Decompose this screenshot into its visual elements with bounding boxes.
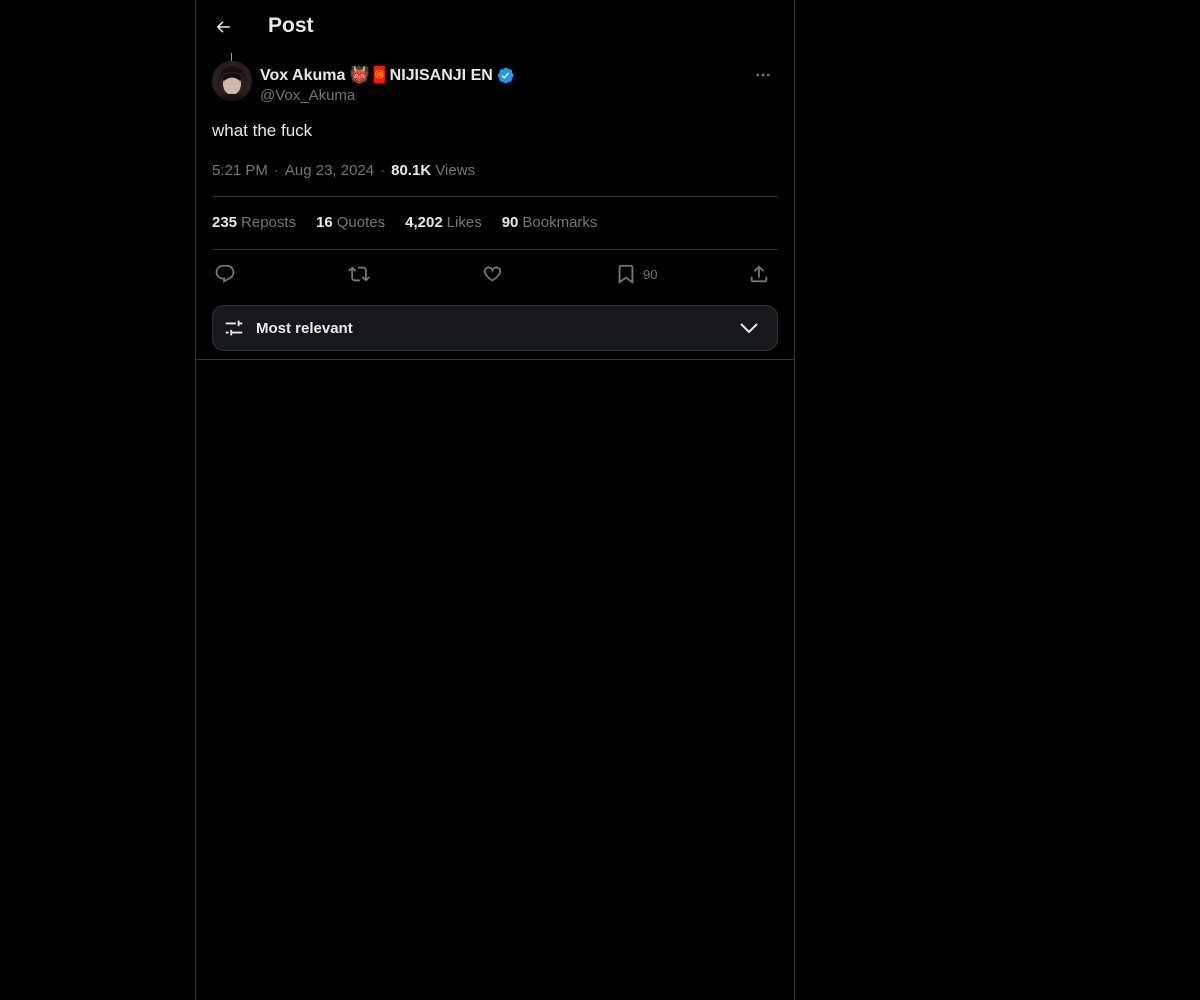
divider: [212, 196, 778, 197]
reply-icon: [215, 264, 235, 283]
share-button[interactable]: [748, 260, 770, 288]
like-button[interactable]: [481, 260, 503, 288]
bookmark-button[interactable]: 90: [615, 260, 657, 288]
post-date[interactable]: Aug 23, 2024: [285, 162, 374, 179]
stat-bookmarks[interactable]: 90 Bookmarks: [502, 214, 598, 231]
more-horizontal-icon: [756, 73, 770, 77]
sort-replies-dropdown[interactable]: Most relevant: [212, 305, 778, 351]
author-handle[interactable]: @Vox_Akuma: [260, 87, 355, 104]
avatar-marker: [231, 53, 232, 61]
stat-likes[interactable]: 4,202 Likes: [405, 214, 482, 231]
author-name-row[interactable]: Vox Akuma 👹🧧NIJISANJI EN: [260, 65, 515, 85]
meta-separator: ·: [273, 162, 279, 179]
author-display-name[interactable]: Vox Akuma 👹🧧NIJISANJI EN: [260, 65, 493, 85]
more-options-button[interactable]: [748, 63, 778, 87]
stat-quotes[interactable]: 16 Quotes: [316, 214, 385, 231]
divider: [212, 249, 778, 250]
main-column: Post Vox Akuma 👹🧧NIJISANJI EN @Vox_Akuma: [195, 0, 795, 1000]
chevron-down-icon: [740, 323, 758, 334]
repost-icon: [348, 266, 370, 282]
share-icon: [750, 265, 768, 283]
page-title: Post: [268, 14, 314, 37]
back-button[interactable]: [208, 12, 238, 42]
meta-separator: ·: [380, 162, 386, 179]
heart-icon: [483, 266, 502, 282]
sort-label: Most relevant: [256, 320, 353, 337]
post-stats: 235 Reposts 16 Quotes 4,202 Likes 90 Bookmar…: [212, 214, 617, 231]
views-label: Views: [435, 162, 476, 179]
verified-badge-icon[interactable]: [496, 66, 515, 85]
stat-reposts[interactable]: 235 Reposts: [212, 214, 296, 231]
bookmark-icon: [618, 264, 634, 285]
divider: [196, 359, 794, 360]
avatar[interactable]: [212, 61, 252, 101]
views-count: 80.1K: [391, 162, 432, 179]
top-bar: Post: [196, 0, 794, 53]
repost-button[interactable]: [348, 260, 370, 288]
reply-button[interactable]: [214, 260, 236, 288]
post-text: what the fuck: [212, 121, 313, 140]
post-meta: 5:21 PM · Aug 23, 2024 · 80.1K Views: [212, 162, 475, 179]
post-time[interactable]: 5:21 PM: [212, 162, 268, 179]
bookmark-count: 90: [643, 266, 658, 282]
avatar-image: [212, 61, 252, 101]
arrow-left-icon: [216, 21, 230, 33]
sliders-icon: [225, 320, 243, 336]
action-bar: 90: [212, 260, 778, 288]
